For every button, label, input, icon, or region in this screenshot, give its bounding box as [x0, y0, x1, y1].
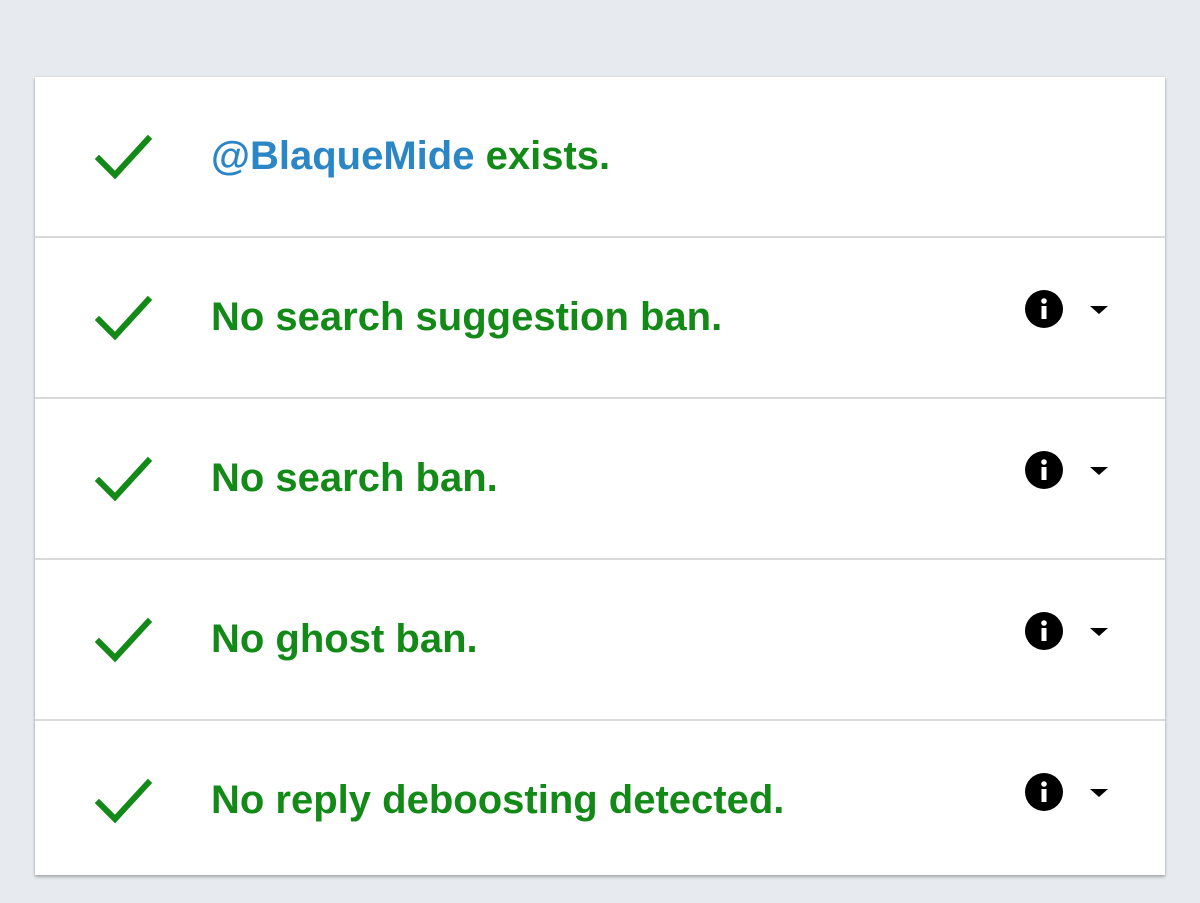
checkmark-icon: [95, 133, 153, 181]
result-row-search-suggestion-ban[interactable]: No search suggestion ban.: [35, 238, 1165, 399]
info-icon[interactable]: [1025, 451, 1063, 489]
info-icon[interactable]: [1025, 612, 1063, 650]
info-icon[interactable]: [1025, 290, 1063, 328]
result-label: No ghost ban.: [211, 617, 478, 661]
result-row-search-ban[interactable]: No search ban.: [35, 399, 1165, 560]
result-row-ghost-ban[interactable]: No ghost ban.: [35, 560, 1165, 721]
caret-down-icon[interactable]: [1087, 459, 1111, 483]
checkmark-icon: [95, 616, 153, 664]
caret-down-icon[interactable]: [1087, 781, 1111, 805]
checkmark-icon: [95, 294, 153, 342]
result-label: @BlaqueMide exists.: [211, 77, 610, 236]
exists-text: exists.: [474, 134, 611, 178]
result-label: No search suggestion ban.: [211, 295, 723, 339]
result-label: No reply deboosting detected.: [211, 778, 785, 822]
results-card: @BlaqueMide exists. No search suggestion…: [35, 77, 1165, 875]
caret-down-icon[interactable]: [1087, 620, 1111, 644]
checkmark-icon: [95, 455, 153, 503]
result-label: No search ban.: [211, 456, 498, 500]
result-row-exists: @BlaqueMide exists.: [35, 77, 1165, 238]
caret-down-icon[interactable]: [1087, 298, 1111, 322]
checkmark-icon: [95, 777, 153, 825]
result-row-reply-deboosting[interactable]: No reply deboosting detected.: [35, 721, 1165, 879]
account-handle: @BlaqueMide: [211, 134, 475, 178]
info-icon[interactable]: [1025, 773, 1063, 811]
